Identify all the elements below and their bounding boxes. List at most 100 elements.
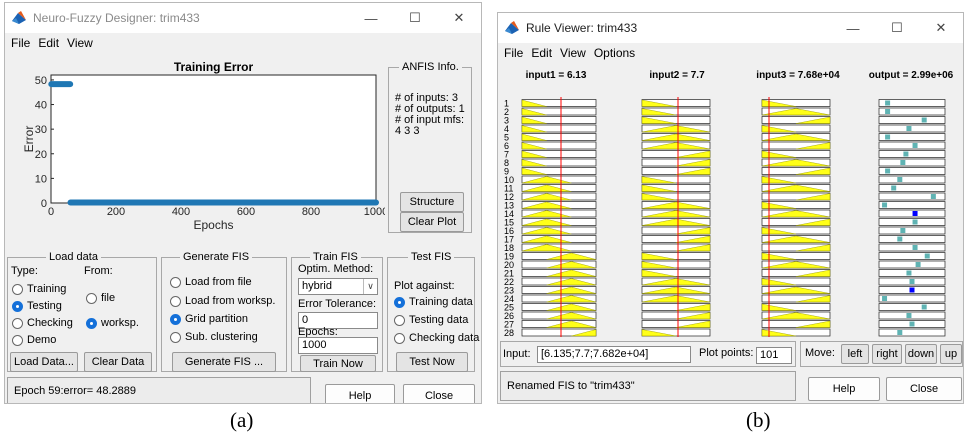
epochs-input[interactable]: 1000 [298,337,378,354]
structure-button[interactable]: Structure [400,192,464,212]
output-marker [909,279,915,284]
menu-file[interactable]: File [500,46,527,60]
input-vector-field[interactable]: [6.135;7.7;7.682e+04] [537,346,691,363]
output-box [878,303,946,311]
output-box [878,175,946,184]
load-data-button[interactable]: Load Data... [10,352,78,372]
x-tick-label: 600 [237,206,255,218]
radio-dot [394,332,405,344]
test-checking-data-radio[interactable]: Checking data [394,332,479,344]
output-marker [885,134,891,140]
anfis-num-mfs: 4 3 3 [395,125,420,137]
output-marker [882,202,888,208]
load-from-file-radio[interactable]: Load from file [170,276,252,288]
output-marker [885,100,891,106]
maximize-icon[interactable]: ☐ [393,3,437,33]
radio-dot [12,334,23,346]
generate-fis-button[interactable]: Generate FIS ... [172,352,276,372]
radio-label: Checking [27,317,73,329]
anfis-info-panel: ANFIS Info. # of inputs: 3 # of outputs:… [388,61,472,233]
radio-label: Load from worksp. [185,295,276,307]
matlab-icon [505,21,519,34]
close-button[interactable]: Close [403,384,475,403]
grid-partition-radio[interactable]: Grid partition [170,313,248,325]
output-box [878,226,946,235]
rule-viewer-window: Rule Viewer: trim433 — ☐ ✕ File Edit Vie… [497,12,964,404]
type-testing-radio[interactable]: Testing [12,300,62,312]
close-icon[interactable]: ✕ [437,3,481,33]
output-box [878,158,946,167]
radio-label: file [101,292,116,304]
title-bar: Rule Viewer: trim433 — ☐ ✕ [498,13,963,43]
clear-data-button[interactable]: Clear Data [84,352,152,372]
type-label: Type: [11,265,38,277]
test-now-button[interactable]: Test Now [396,352,468,372]
output-marker [897,177,903,182]
optim-method-select[interactable]: hybrid ∨ [298,278,378,295]
output-marker [912,245,918,250]
menu-file[interactable]: File [7,36,34,50]
menu-view[interactable]: View [63,36,97,50]
close-button[interactable]: Close [886,377,962,401]
menu-edit[interactable]: Edit [34,36,63,50]
radio-dot [394,314,405,326]
output-marker [885,168,891,174]
radio-dot [170,295,181,307]
output-box [878,294,946,303]
type-demo-radio[interactable]: Demo [12,334,56,346]
move-right-button[interactable]: right [872,344,902,364]
output-box [878,260,946,269]
menu-view[interactable]: View [556,46,590,60]
test-training-data-radio[interactable]: Training data [394,296,473,308]
radio-dot [170,276,181,288]
neuro-fuzzy-designer-window: Neuro-Fuzzy Designer: trim433 — ☐ ✕ File… [4,2,482,404]
maximize-icon[interactable]: ☐ [875,13,919,43]
type-training-radio[interactable]: Training [12,283,66,295]
y-axis-label: Error [22,126,36,153]
output-marker [912,219,918,225]
menu-edit[interactable]: Edit [527,46,556,60]
from-label: From: [84,265,113,277]
from-file-radio[interactable]: file [86,292,115,304]
move-left-button[interactable]: left [841,344,869,364]
sub-clustering-radio[interactable]: Sub. clustering [170,331,258,343]
output-box [878,328,946,337]
output-marker [912,143,918,148]
menu-options[interactable]: Options [590,46,639,60]
test-testing-data-radio[interactable]: Testing data [394,314,468,326]
minimize-icon[interactable]: — [831,13,875,43]
move-down-button[interactable]: down [905,344,937,364]
help-button[interactable]: Help [808,377,880,401]
x-tick-label: 1000 [364,206,385,218]
plot-points-field[interactable]: 101 [756,347,792,364]
column-header: input3 = 7.68e+04 [756,70,840,81]
output-box [878,252,946,260]
radio-dot [86,292,97,304]
from-workspace-radio[interactable]: worksp. [86,317,139,329]
x-tick-label: 200 [107,206,125,218]
radio-dot [86,317,97,329]
x-axis-label: Epochs [193,218,233,232]
train-now-button[interactable]: Train Now [300,355,376,372]
radio-dot [12,300,23,312]
output-marker [906,126,912,131]
rule-grid: input1 = 6.13 input2 = 7.7 input3 = 7.68e+… [504,70,954,338]
move-up-button[interactable]: up [940,344,962,364]
clear-plot-button[interactable]: Clear Plot [400,212,464,232]
optim-method-label: Optim. Method: [298,263,374,275]
close-icon[interactable]: ✕ [919,13,963,43]
output-marker [900,160,906,165]
column-header: output = 2.99e+06 [869,70,954,81]
output-marker [882,296,888,301]
rule-number: 29 [504,337,514,338]
help-button[interactable]: Help [325,384,395,403]
x-tick-label: 400 [172,206,190,218]
menu-bar: File Edit View Options [498,43,963,62]
minimize-icon[interactable]: — [349,3,393,33]
type-checking-radio[interactable]: Checking [12,317,73,329]
generate-fis-panel: Generate FIS Load from file Load from wo… [161,251,287,372]
test-fis-title: Test FIS [408,251,455,263]
load-from-workspace-radio[interactable]: Load from worksp. [170,295,275,307]
output-box [878,124,946,133]
radio-dot [12,317,23,329]
